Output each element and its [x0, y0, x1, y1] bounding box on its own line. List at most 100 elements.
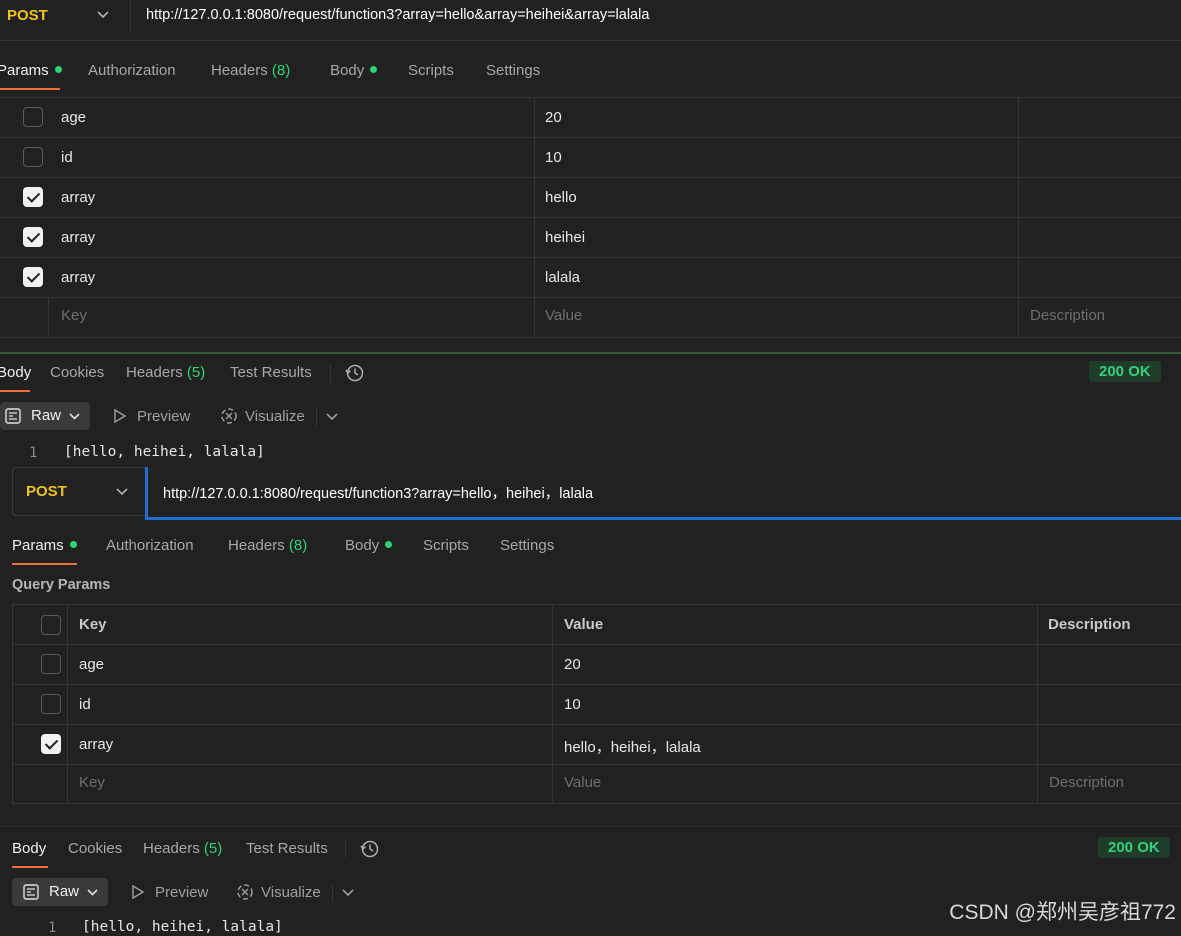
response-tab-headers[interactable]: Headers (5)	[126, 364, 205, 381]
preview-button[interactable]: Preview	[155, 884, 208, 901]
visualize-icon	[237, 884, 253, 900]
url-input[interactable]: http://127.0.0.1:8080/request/function3?…	[163, 482, 593, 503]
history-icon[interactable]	[345, 363, 365, 383]
divider	[12, 764, 1181, 765]
response-tab-cookies[interactable]: Cookies	[68, 840, 122, 857]
top-method-select[interactable]: POST	[7, 7, 48, 24]
divider	[12, 684, 1181, 685]
play-icon	[132, 884, 145, 900]
row-checkbox[interactable]	[23, 187, 43, 207]
row-checkbox[interactable]	[41, 734, 61, 754]
param-key[interactable]: id	[79, 696, 91, 713]
column-header-description: Description	[1048, 616, 1131, 633]
column-header-key: Key	[79, 616, 107, 633]
key-placeholder[interactable]: Key	[79, 774, 105, 791]
row-checkbox[interactable]	[23, 147, 43, 167]
param-key[interactable]: age	[61, 109, 86, 126]
active-dot	[385, 541, 393, 548]
divider	[0, 177, 1181, 178]
param-value[interactable]: 10	[564, 696, 581, 713]
response-tab-test-results[interactable]: Test Results	[230, 364, 312, 381]
watermark: CSDN @郑州吴彦祖772	[949, 901, 1176, 924]
tab-label: Headers	[228, 537, 285, 554]
row-checkbox[interactable]	[41, 694, 61, 714]
response-tab-body[interactable]: Body	[0, 364, 31, 381]
tab-authorization[interactable]: Authorization	[106, 537, 194, 554]
param-value[interactable]: 10	[545, 149, 562, 166]
row-checkbox[interactable]	[23, 267, 43, 287]
param-key[interactable]: array	[61, 189, 95, 206]
tab-params[interactable]: Params	[0, 62, 62, 79]
response-tab-headers[interactable]: Headers (5)	[143, 840, 222, 857]
param-key[interactable]: id	[61, 149, 73, 166]
description-placeholder[interactable]: Description	[1030, 307, 1105, 324]
visualize-button[interactable]: Visualize	[245, 408, 305, 425]
headers-count: (5)	[203, 840, 223, 857]
text-format-icon	[5, 408, 21, 424]
column-header-value: Value	[564, 616, 604, 633]
tab-scripts[interactable]: Scripts	[408, 62, 454, 79]
divider	[330, 364, 331, 382]
response-body[interactable]: [hello, heihei, lalala]	[82, 919, 283, 935]
tab-settings[interactable]: Settings	[500, 537, 554, 554]
value-placeholder[interactable]: Value	[564, 774, 601, 791]
tab-label: Headers	[126, 364, 183, 381]
active-dot	[54, 66, 62, 73]
tab-scripts[interactable]: Scripts	[423, 537, 469, 554]
chevron-down-icon[interactable]	[97, 11, 109, 19]
top-url-input[interactable]: http://127.0.0.1:8080/request/function3?…	[146, 7, 649, 23]
preview-button[interactable]: Preview	[137, 408, 190, 425]
value-placeholder[interactable]: Value	[545, 307, 582, 324]
chevron-down-icon	[69, 413, 80, 420]
visualize-button[interactable]: Visualize	[261, 884, 321, 901]
headers-count: (5)	[186, 364, 206, 381]
param-value[interactable]: hello	[545, 189, 577, 206]
divider	[0, 257, 1181, 258]
chevron-down-icon[interactable]	[326, 413, 338, 421]
divider	[130, 0, 131, 34]
tab-body[interactable]: Body	[330, 62, 378, 79]
response-body[interactable]: [hello, heihei, lalala]	[64, 444, 265, 460]
response-divider	[0, 826, 1181, 827]
response-tab-test-results[interactable]: Test Results	[246, 840, 328, 857]
row-checkbox[interactable]	[23, 107, 43, 127]
tab-label: Body	[345, 537, 380, 554]
param-value[interactable]: 20	[564, 656, 581, 673]
row-checkbox[interactable]	[41, 654, 61, 674]
select-all-checkbox[interactable]	[41, 615, 61, 635]
response-tab-cookies[interactable]: Cookies	[50, 364, 104, 381]
key-placeholder[interactable]: Key	[61, 307, 87, 324]
raw-format-button[interactable]: Raw	[12, 878, 108, 906]
response-tab-body[interactable]: Body	[12, 840, 46, 857]
param-value[interactable]: heihei	[545, 229, 585, 246]
raw-label: Raw	[31, 407, 62, 424]
tab-label: Headers	[211, 62, 268, 79]
headers-count: (8)	[271, 62, 291, 79]
tab-params[interactable]: Params	[12, 537, 77, 554]
divider	[67, 604, 68, 804]
url-input-box[interactable]: http://127.0.0.1:8080/request/function3?…	[145, 467, 1181, 520]
method-select[interactable]: POST	[12, 467, 146, 516]
param-value[interactable]: 20	[545, 109, 562, 126]
history-icon[interactable]	[360, 839, 380, 859]
description-placeholder[interactable]: Description	[1049, 774, 1124, 791]
tab-headers[interactable]: Headers (8)	[228, 537, 307, 554]
param-key[interactable]: array	[61, 229, 95, 246]
divider	[0, 97, 1181, 98]
divider	[1037, 604, 1038, 804]
active-dot	[69, 541, 77, 548]
param-key[interactable]: array	[79, 736, 113, 753]
row-checkbox[interactable]	[23, 227, 43, 247]
tab-headers[interactable]: Headers (8)	[211, 62, 290, 79]
tab-body[interactable]: Body	[345, 537, 393, 554]
divider	[48, 298, 49, 338]
chevron-down-icon[interactable]	[342, 889, 354, 897]
tab-authorization[interactable]: Authorization	[88, 62, 176, 79]
param-key[interactable]: age	[79, 656, 104, 673]
tab-settings[interactable]: Settings	[486, 62, 540, 79]
param-key[interactable]: array	[61, 269, 95, 286]
divider	[12, 724, 1181, 725]
raw-format-button[interactable]: Raw	[0, 402, 90, 430]
param-value[interactable]: hello，heihei，lalala	[564, 736, 701, 757]
param-value[interactable]: lalala	[545, 269, 580, 286]
